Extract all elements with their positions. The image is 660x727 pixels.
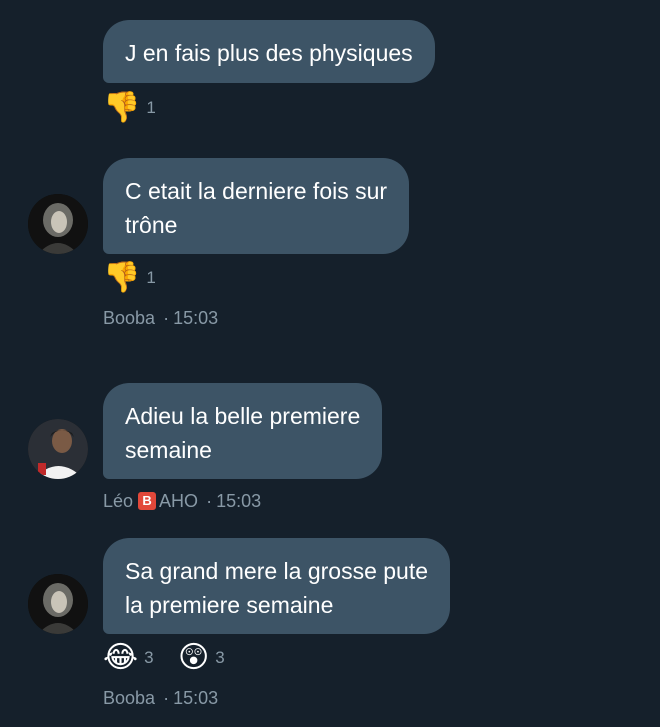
reaction-count: 3: [144, 648, 154, 667]
message-bubble[interactable]: C etait la derniere fois sur trône: [103, 158, 410, 254]
reaction-count: 1: [146, 268, 156, 287]
thumbs-down-icon: 👎: [103, 260, 141, 295]
separator-dot: ·: [206, 490, 213, 511]
message-meta: Booba · 15:03: [103, 686, 218, 710]
reaction-laughing[interactable]: 😂 3: [103, 638, 154, 678]
laughing-tears-icon: 😂: [103, 640, 139, 675]
reaction-thumbs-down[interactable]: 👎 1: [103, 258, 156, 298]
sender-name[interactable]: Léo: [103, 491, 133, 512]
message-bubble[interactable]: Sa grand mere la grosse pute la premiere…: [103, 538, 451, 634]
avatar[interactable]: [28, 419, 88, 479]
message-meta: Léo B AHO · 15:03: [103, 489, 261, 513]
avatar[interactable]: [28, 574, 88, 634]
avatar[interactable]: [28, 194, 88, 254]
timestamp: 15:03: [173, 687, 219, 708]
separator-dot: ·: [163, 307, 170, 328]
reaction-surprised[interactable]: 😲 3: [178, 638, 225, 678]
b-badge-icon: B: [138, 492, 157, 510]
sender-name[interactable]: Booba: [103, 308, 155, 329]
surprised-face-icon: 😲: [178, 640, 210, 675]
separator-dot: ·: [163, 687, 170, 708]
sender-name-suffix: AHO: [159, 490, 199, 511]
thumbs-down-icon: 👎: [103, 90, 141, 125]
sender-name[interactable]: Booba: [103, 688, 155, 709]
message-bubble[interactable]: J en fais plus des physiques: [103, 20, 435, 83]
timestamp: 15:03: [173, 307, 219, 328]
timestamp: 15:03: [216, 490, 262, 511]
reaction-count: 3: [215, 648, 225, 667]
reaction-thumbs-down[interactable]: 👎 1: [103, 88, 156, 128]
message-bubble[interactable]: Adieu la belle premiere semaine: [103, 383, 383, 479]
reaction-count: 1: [146, 98, 156, 117]
message-meta: Booba · 15:03: [103, 306, 218, 330]
